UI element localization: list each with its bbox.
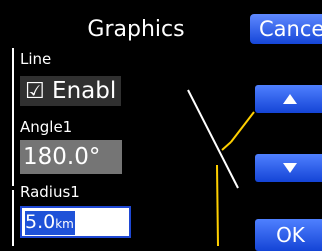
up-arrow-icon <box>283 94 297 104</box>
graphics-preview <box>187 89 255 246</box>
line-enable-checkbox[interactable]: ☑ Enabl <box>20 76 121 106</box>
preview-white-line <box>187 89 239 189</box>
down-button[interactable] <box>255 154 322 182</box>
line-label: Line <box>20 50 52 68</box>
up-button[interactable] <box>255 85 322 113</box>
preview-yellow-line-upper <box>230 111 255 143</box>
preview-yellow-line-lower <box>216 164 219 246</box>
radius1-field[interactable]: 5.0km <box>20 206 131 238</box>
ok-button[interactable]: OK <box>255 219 322 251</box>
scroll-indicator[interactable] <box>12 48 14 186</box>
radius1-label: Radius1 <box>20 183 80 201</box>
down-arrow-icon <box>283 163 297 173</box>
line-enable-value: Enabl <box>52 78 117 104</box>
radius1-unit: km <box>55 217 74 231</box>
cancel-button[interactable]: Cancel <box>250 14 322 44</box>
radius1-selected-text: 5.0km <box>25 211 75 235</box>
radius1-value: 5.0 <box>25 211 56 233</box>
checkbox-checked-icon: ☑ <box>25 79 45 104</box>
scroll-indicator-lower <box>12 190 14 246</box>
angle1-field[interactable]: 180.0° <box>20 140 122 174</box>
preview-yellow-line-middle <box>221 141 232 151</box>
angle1-label: Angle1 <box>20 118 73 136</box>
dialog-title: Graphics <box>87 17 185 42</box>
